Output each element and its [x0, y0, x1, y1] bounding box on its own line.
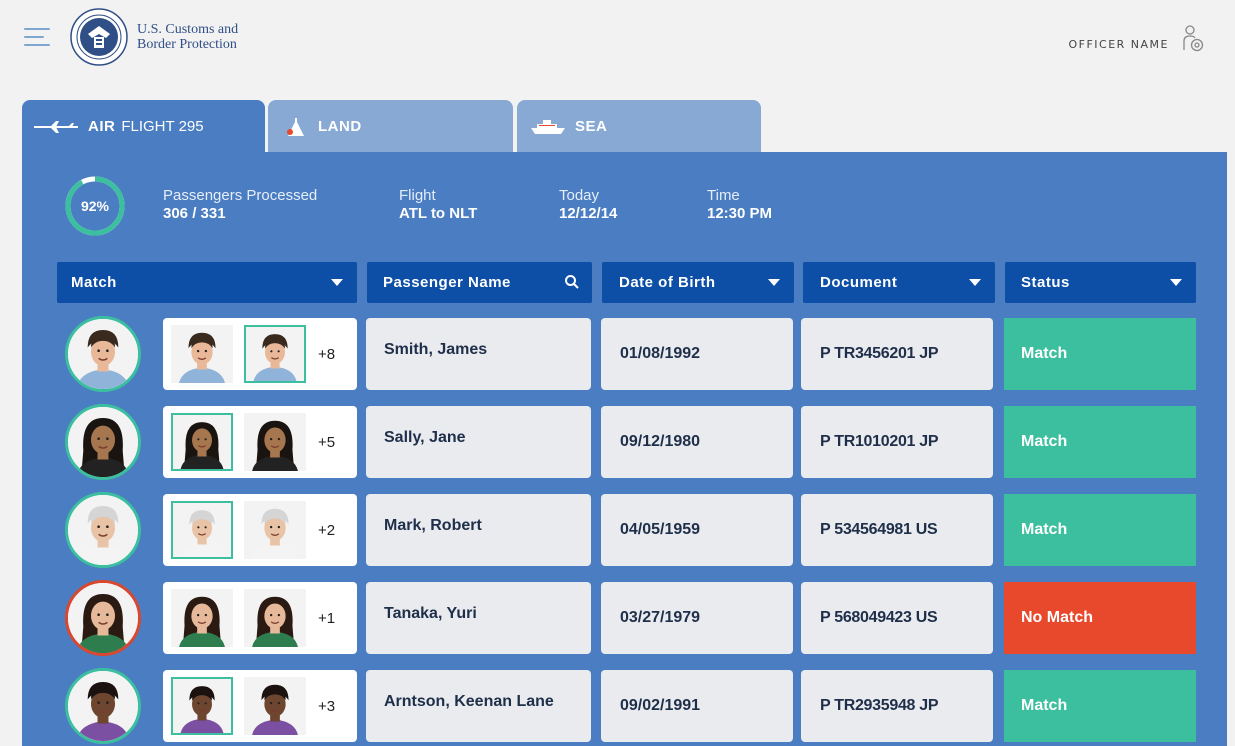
chevron-down-icon — [1170, 279, 1182, 286]
tab-land[interactable]: LAND — [268, 100, 513, 153]
date-of-birth: 09/02/1991 — [601, 670, 793, 742]
tab-sea[interactable]: SEA — [517, 100, 761, 153]
status-badge[interactable]: Match — [1004, 406, 1196, 478]
today-value: 12/12/14 — [559, 205, 618, 222]
candidate-photo[interactable] — [244, 589, 306, 647]
candidate-photo[interactable] — [244, 677, 306, 735]
candidate-photo[interactable] — [244, 413, 306, 471]
tab-land-label: LAND — [318, 118, 362, 135]
today-label: Today — [559, 187, 600, 204]
agency-line-1: U.S. Customs and — [137, 22, 239, 37]
table-row[interactable]: +5 Sally, Jane 09/12/1980 P TR1010201 JP… — [0, 404, 1235, 480]
passengers-value: 306 / 331 — [163, 205, 226, 222]
passenger-name: Mark, Robert — [366, 494, 591, 566]
land-icon — [286, 116, 308, 138]
date-of-birth: 03/27/1979 — [601, 582, 793, 654]
time-value: 12:30 PM — [707, 205, 773, 222]
officer-name[interactable]: OFFICER NAME — [1068, 38, 1169, 51]
passenger-name: Sally, Jane — [366, 406, 591, 478]
document-number: P 534564981 US — [801, 494, 993, 566]
status-badge[interactable]: Match — [1004, 494, 1196, 566]
document-number: P TR2935948 JP — [801, 670, 993, 742]
column-header-document[interactable]: Document — [803, 262, 995, 303]
table-row[interactable]: +3 Arntson, Keenan Lane 09/02/1991 P TR2… — [0, 668, 1235, 744]
top-bar: U.S. Customs and Border Protection OFFIC… — [0, 0, 1235, 96]
tab-sea-label: SEA — [575, 118, 608, 135]
traveler-photo-avatar — [65, 668, 141, 744]
tab-air-label: AIR — [88, 118, 116, 135]
candidate-photo[interactable] — [244, 501, 306, 559]
date-of-birth: 01/08/1992 — [601, 318, 793, 390]
airplane-icon — [34, 120, 78, 134]
match-candidates[interactable]: +3 — [163, 670, 357, 742]
tab-air[interactable]: AIR FLIGHT 295 — [22, 100, 265, 153]
flight-label: Flight — [399, 187, 436, 204]
column-name-label: Passenger Name — [383, 274, 511, 291]
flight-stat: Flight ATL to NLT — [399, 187, 477, 223]
traveler-photo-avatar — [65, 492, 141, 568]
match-candidates[interactable]: +1 — [163, 582, 357, 654]
search-icon[interactable] — [564, 274, 580, 290]
date-of-birth: 04/05/1959 — [601, 494, 793, 566]
cbp-seal-logo — [70, 8, 128, 66]
column-header-match[interactable]: Match — [57, 262, 357, 303]
passenger-name: Arntson, Keenan Lane — [366, 670, 591, 742]
ship-icon — [531, 119, 565, 135]
table-row[interactable]: +2 Mark, Robert 04/05/1959 P 534564981 U… — [0, 492, 1235, 568]
candidate-photo[interactable] — [171, 413, 233, 471]
candidate-photo[interactable] — [171, 325, 233, 383]
table-row[interactable]: +1 Tanaka, Yuri 03/27/1979 P 568049423 U… — [0, 580, 1235, 656]
match-candidates[interactable]: +2 — [163, 494, 357, 566]
officer-gear-icon[interactable] — [1181, 24, 1205, 54]
status-badge[interactable]: Match — [1004, 670, 1196, 742]
progress-percent: 92% — [80, 198, 110, 214]
column-header-passenger-name[interactable]: Passenger Name — [367, 262, 592, 303]
passengers-processed-stat: Passengers Processed 306 / 331 — [163, 187, 317, 223]
match-candidates[interactable]: +8 — [163, 318, 357, 390]
traveler-photo-avatar — [65, 404, 141, 480]
candidate-photo[interactable] — [244, 325, 306, 383]
menu-icon[interactable] — [24, 28, 52, 46]
chevron-down-icon — [768, 279, 780, 286]
more-candidates-count[interactable]: +3 — [318, 698, 335, 715]
document-number: P 568049423 US — [801, 582, 993, 654]
candidate-photo[interactable] — [171, 589, 233, 647]
document-number: P TR1010201 JP — [801, 406, 993, 478]
column-document-label: Document — [820, 274, 898, 291]
time-stat: Time 12:30 PM — [707, 187, 772, 223]
traveler-photo-avatar — [65, 580, 141, 656]
agency-line-2: Border Protection — [137, 37, 237, 52]
column-dob-label: Date of Birth — [619, 274, 716, 291]
passengers-label: Passengers Processed — [163, 187, 318, 204]
chevron-down-icon — [331, 279, 343, 286]
match-candidates[interactable]: +5 — [163, 406, 357, 478]
candidate-photo[interactable] — [171, 677, 233, 735]
date-of-birth: 09/12/1980 — [601, 406, 793, 478]
tab-air-detail: FLIGHT 295 — [121, 118, 204, 135]
passenger-name: Tanaka, Yuri — [366, 582, 591, 654]
column-match-label: Match — [71, 274, 117, 291]
status-badge[interactable]: No Match — [1004, 582, 1196, 654]
time-label: Time — [707, 187, 740, 204]
more-candidates-count[interactable]: +2 — [318, 522, 335, 539]
column-status-label: Status — [1021, 274, 1070, 291]
candidate-photo[interactable] — [171, 501, 233, 559]
table-row[interactable]: +8 Smith, James 01/08/1992 P TR3456201 J… — [0, 316, 1235, 392]
flight-value: ATL to NLT — [399, 205, 478, 222]
chevron-down-icon — [969, 279, 981, 286]
more-candidates-count[interactable]: +1 — [318, 610, 335, 627]
passenger-name: Smith, James — [366, 318, 591, 390]
status-badge[interactable]: Match — [1004, 318, 1196, 390]
more-candidates-count[interactable]: +5 — [318, 434, 335, 451]
traveler-photo-avatar — [65, 316, 141, 392]
column-header-status[interactable]: Status — [1005, 262, 1196, 303]
document-number: P TR3456201 JP — [801, 318, 993, 390]
more-candidates-count[interactable]: +8 — [318, 346, 335, 363]
today-stat: Today 12/12/14 — [559, 187, 617, 223]
agency-name: U.S. Customs and Border Protection — [137, 22, 238, 52]
column-header-dob[interactable]: Date of Birth — [602, 262, 794, 303]
